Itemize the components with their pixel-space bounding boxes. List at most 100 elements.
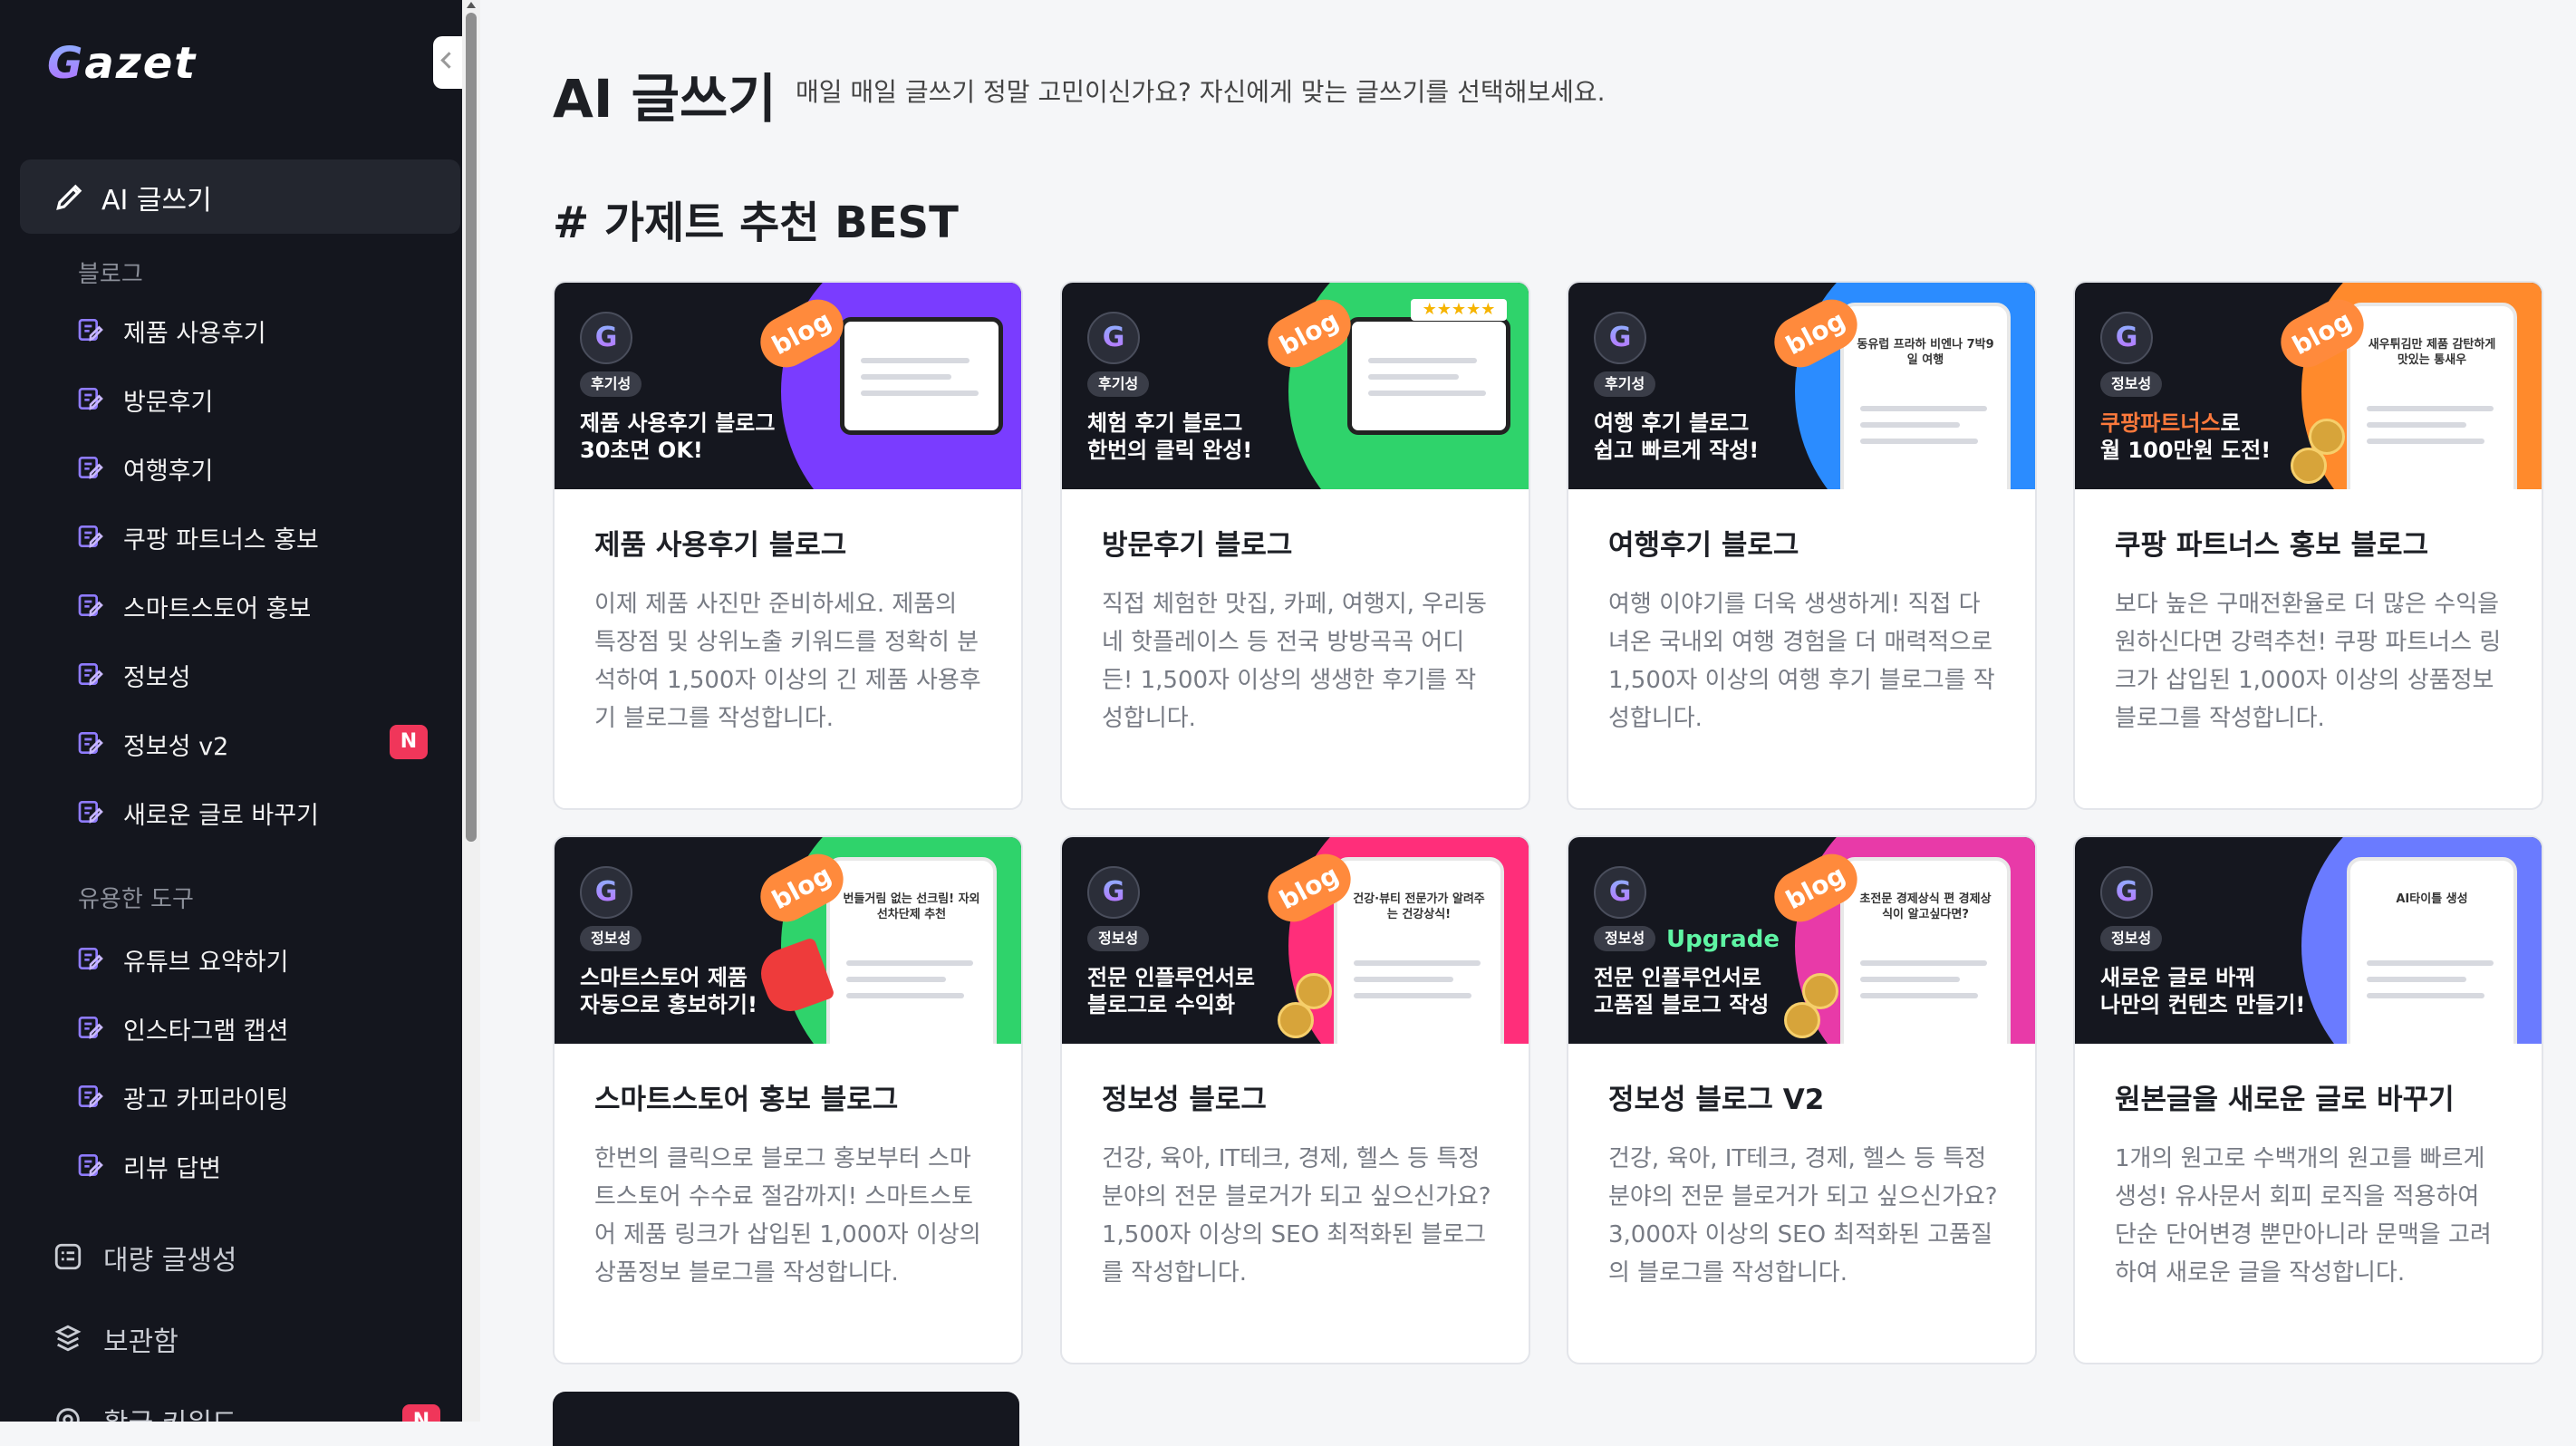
sidebar-item[interactable]: 방문후기 <box>76 381 439 417</box>
sidebar-item-label: 여행후기 <box>123 458 214 486</box>
target-icon <box>56 1408 80 1422</box>
phone-screen-text: 건강·뷰티 전문가가 알려주는 건강상식! <box>1353 892 1485 921</box>
card-description: 이제 제품 사진만 준비하세요. 제품의 특장점 및 상위노출 키워드를 정확히… <box>594 591 981 732</box>
card-tag: 정보성 <box>1594 926 1656 951</box>
sidebar-item[interactable]: 제품 사용후기 <box>76 312 439 348</box>
card-title: 원본글을 새로운 글로 바꾸기 <box>2115 1084 2455 1116</box>
edit-doc-icon <box>78 457 103 479</box>
phone-screen-text: 초전문 경제상식 편 경제상식이 알고싶다면? <box>1859 892 1992 921</box>
sidebar-item[interactable]: 새로운 글로 바꾸기 <box>76 794 439 830</box>
sidebar-item-label: 제품 사용후기 <box>123 320 266 348</box>
headline-text: 전문 인플루언서로 <box>1087 965 1255 990</box>
headline-text: 나만의 컨텐츠 만들기! <box>2100 992 2306 1017</box>
sidebar-scrollbar[interactable] <box>462 0 480 1422</box>
sidebar-item-label: 새로운 글로 바꾸기 <box>123 802 319 830</box>
sidebar-item-ai-writing[interactable]: AI 글쓰기 <box>20 159 460 234</box>
edit-doc-icon <box>78 1085 103 1108</box>
phone-illustration: AI타이틀 생성 <box>2347 857 2517 1044</box>
sidebar-item[interactable]: 인스타그램 캡션 <box>76 1009 439 1046</box>
template-card[interactable]: G 후기성 제품 사용후기 블로그 30초면 OK! blog 제품 사용후기 블로그 이제… <box>553 281 1023 810</box>
card-banner: G 후기성 체험 후기 블로그 한번의 클릭 완성! ★★★★★ blog <box>1062 283 1529 489</box>
sidebar-item[interactable]: 스마트스토어 홍보 <box>76 587 439 623</box>
template-card[interactable]: G 후기성 체험 후기 블로그 한번의 클릭 완성! ★★★★★ blog 방문후기 블로그… <box>1060 281 1530 810</box>
phone-illustration: 동유럽 프라하 비엔나 7박9일 여행 <box>1840 303 2011 489</box>
sidebar-item[interactable]: 유튜브 요약하기 <box>76 940 439 977</box>
scroll-up-arrow-icon[interactable] <box>467 2 476 8</box>
sidebar-item-label: AI 글쓰기 <box>101 185 212 217</box>
new-badge: N <box>390 725 428 759</box>
sidebar-main-item[interactable]: 황금 키워드 N <box>53 1399 451 1422</box>
card-banner: G 정보성새로운 글로 바꿔 나만의 컨텐츠 만들기! AI타이틀 생성 <box>2075 837 2542 1044</box>
sidebar-collapse-button[interactable] <box>433 36 464 89</box>
sidebar-item[interactable]: 여행후기 <box>76 449 439 486</box>
card-title: 제품 사용후기 블로그 <box>594 529 847 562</box>
card-body: 원본글을 새로운 글로 바꾸기 1개의 원고로 수백개의 원고를 빠르게 생성! … <box>2075 1044 2542 1363</box>
edit-doc-icon <box>78 525 103 548</box>
sidebar-item-label: 인스타그램 캡션 <box>123 1017 289 1046</box>
edit-doc-icon <box>78 732 103 755</box>
sidebar-item[interactable]: 광고 카피라이팅 <box>76 1078 439 1114</box>
sidebar-item[interactable]: 리뷰 답변 <box>76 1147 439 1183</box>
sidebar-item[interactable]: 정보성 v2 N <box>76 725 439 761</box>
sidebar-item-label: 리뷰 답변 <box>123 1155 221 1183</box>
card-banner: G 후기성 여행 후기 블로그 쉽고 빠르게 작성! 동유럽 프라하 비엔나 7박9일 … <box>1568 283 2035 489</box>
headline-text: 새로운 글로 바꿔 <box>2100 965 2256 990</box>
page-title: AI 글쓰기 <box>553 68 777 130</box>
card-body: 정보성 블로그 V2 건강, 육아, IT테크, 경제, 헬스 등 특정 분야의 … <box>1568 1044 2035 1363</box>
card-title: 스마트스토어 홍보 블로그 <box>594 1084 899 1116</box>
edit-doc-icon <box>78 1017 103 1039</box>
sidebar-item-label: 보관함 <box>103 1326 178 1358</box>
gazet-logo-icon: G <box>2100 866 2153 919</box>
card-tag: 후기성 <box>580 371 642 397</box>
template-card[interactable]: G 정보성 전문 인플루언서로 블로그로 수익화 건강·뷰티 전문가가 알려주는 건강상… <box>1060 835 1530 1364</box>
template-card[interactable]: G 정보성새로운 글로 바꿔 나만의 컨텐츠 만들기! AI타이틀 생성원본글을 새로… <box>2073 835 2543 1364</box>
monitor-illustration <box>840 317 1003 435</box>
template-card[interactable]: G 정보성 스마트스토어 제품 자동으로 홍보하기! 번들거림 없는 선크림! 자외선차… <box>553 835 1023 1364</box>
scrollbar-thumb[interactable] <box>466 13 477 842</box>
sidebar-item-label: 방문후기 <box>123 389 214 417</box>
archive-icon <box>54 1325 82 1352</box>
card-description: 직접 체험한 맛집, 카페, 여행지, 우리동네 핫플레이스 등 전국 방방곡곡… <box>1102 591 1487 732</box>
card-tag: 정보성 <box>580 926 642 951</box>
gazet-logo[interactable]: Gazet <box>47 38 197 92</box>
sidebar-main-item[interactable]: 보관함 <box>53 1317 451 1358</box>
card-title: 쿠팡 파트너스 홍보 블로그 <box>2115 529 2429 562</box>
logo-text: azet <box>84 38 198 89</box>
edit-doc-icon <box>78 319 103 342</box>
sidebar-item[interactable]: 쿠팡 파트너스 홍보 <box>76 518 439 554</box>
headline-text: 제품 사용후기 블로그 <box>580 410 776 436</box>
sidebar-section-tools: 유용한 도구 <box>78 886 194 913</box>
upgrade-label: Upgrade <box>1666 926 1780 953</box>
pencil-icon <box>56 184 82 210</box>
headline-text: 전문 인플루언서로 <box>1594 965 1761 990</box>
edit-doc-icon <box>78 388 103 410</box>
sidebar-item-label: 황금 키워드 <box>103 1401 237 1422</box>
card-body: 정보성 블로그 건강, 육아, IT테크, 경제, 헬스 등 특정 분야의 전문 … <box>1062 1044 1529 1363</box>
headline-text: 여행 후기 블로그 <box>1594 410 1750 436</box>
card-banner: G 정보성 전문 인플루언서로 블로그로 수익화 건강·뷰티 전문가가 알려주는 건강상… <box>1062 837 1529 1044</box>
phone-screen-text: 동유럽 프라하 비엔나 7박9일 여행 <box>1857 338 1994 367</box>
phone-screen-text: AI타이틀 생성 <box>2396 892 2468 906</box>
rating-stars: ★★★★★ <box>1411 299 1507 321</box>
card-headline: 여행 후기 블로그 쉽고 빠르게 작성! <box>1594 410 1829 464</box>
card-title: 여행후기 블로그 <box>1608 529 1799 562</box>
card-body: 여행후기 블로그여행 이야기를 더욱 생생하게! 직접 다녀온 국내외 여행 경… <box>1568 489 2035 808</box>
card-description: 여행 이야기를 더욱 생생하게! 직접 다녀온 국내외 여행 경험을 더 매력적… <box>1608 591 1995 732</box>
sidebar-item-label: 정보성 v2 <box>123 733 229 761</box>
card-partial[interactable] <box>553 1392 1019 1446</box>
gazet-logo-icon: G <box>1594 866 1646 919</box>
template-card[interactable]: G 정보성 쿠팡파트너스로 월 100만원 도전! 새우튀김만 제품 감탄하게 맛있는 … <box>2073 281 2543 810</box>
page-subtitle: 매일 매일 글쓰기 정말 고민이신가요? 자신에게 맞는 글쓰기를 선택해보세요… <box>796 77 1606 107</box>
card-tag: 정보성 <box>2100 926 2163 951</box>
card-banner: G 정보성 Upgrade 전문 인플루언서로 고품질 블로그 작성 초전문 경제상식 편… <box>1568 837 2035 1044</box>
sidebar-item[interactable]: 정보성 <box>76 656 439 692</box>
card-body: 쿠팡 파트너스 홍보 블로그 보다 높은 구매전환율로 더 많은 수익을 원하신다… <box>2075 489 2542 808</box>
template-card[interactable]: G 후기성 여행 후기 블로그 쉽고 빠르게 작성! 동유럽 프라하 비엔나 7박9일 … <box>1567 281 2037 810</box>
sidebar-item-label: 쿠팡 파트너스 홍보 <box>123 526 319 554</box>
headline-highlight: 쿠팡파트너스 <box>2100 410 2221 436</box>
card-tag: 정보성 <box>2100 371 2163 397</box>
card-headline: 새로운 글로 바꿔 나만의 컨텐츠 만들기! <box>2100 964 2336 1018</box>
template-card[interactable]: G 정보성 Upgrade 전문 인플루언서로 고품질 블로그 작성 초전문 경제상식 편… <box>1567 835 2037 1364</box>
card-body: 스마트스토어 홍보 블로그 한번의 클릭으로 블로그 홍보부터 스마트스토어 수수… <box>555 1044 1021 1363</box>
sidebar-main-item[interactable]: 대량 글생성 <box>53 1236 451 1277</box>
